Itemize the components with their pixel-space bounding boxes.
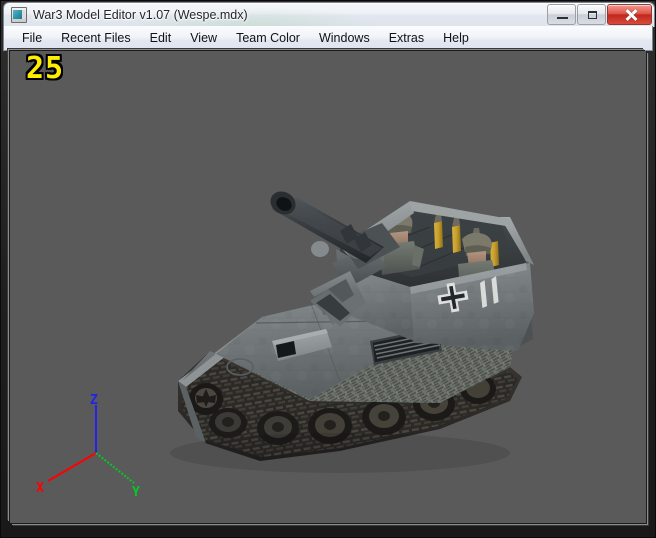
axis-z-label: Z — [90, 393, 98, 408]
menu-item-edit[interactable]: Edit — [141, 28, 181, 49]
application-window-icon[interactable] — [11, 7, 27, 23]
recoil-cylinder-highlight — [311, 241, 329, 257]
menu-item-extras[interactable]: Extras — [380, 28, 433, 49]
viewport-frame: 25 Z X Y — [10, 51, 646, 523]
axis-x-label: X — [36, 481, 44, 496]
menu-bar: File Recent Files Edit View Team Color W… — [3, 26, 653, 51]
menu-item-file[interactable]: File — [13, 28, 51, 49]
maximize-icon — [578, 5, 605, 24]
title-bar[interactable]: War3 Model Editor v1.07 (Wespe.mdx) — [3, 2, 655, 27]
maximize-button[interactable] — [577, 4, 606, 25]
menu-item-recent-files[interactable]: Recent Files — [52, 28, 139, 49]
axis-y-line — [95, 452, 135, 484]
close-icon — [608, 5, 651, 24]
axis-y-label: Y — [132, 485, 140, 500]
minimize-button[interactable] — [547, 4, 576, 25]
window-controls — [546, 4, 652, 25]
fps-counter: 25 — [26, 51, 65, 86]
axis-x-line — [47, 452, 97, 482]
window-title: War3 Model Editor v1.07 (Wespe.mdx) — [33, 8, 248, 22]
menu-item-team-color[interactable]: Team Color — [227, 28, 309, 49]
close-button[interactable] — [607, 4, 652, 25]
axis-gizmo: Z X Y — [30, 391, 150, 501]
minimize-icon — [548, 5, 575, 24]
application-window: War3 Model Editor v1.07 (Wespe.mdx) File… — [0, 0, 656, 538]
model-viewport[interactable]: 25 Z X Y — [10, 51, 646, 523]
main-gun-barrel — [270, 191, 384, 263]
menu-item-windows[interactable]: Windows — [310, 28, 379, 49]
menu-item-help[interactable]: Help — [434, 28, 478, 49]
menu-item-view[interactable]: View — [181, 28, 226, 49]
